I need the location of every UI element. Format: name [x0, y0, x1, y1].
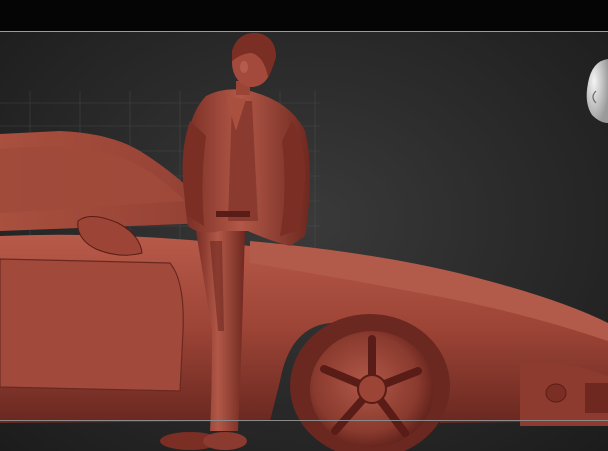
3d-viewport[interactable]: [0, 31, 608, 451]
sculpt-app-window: [0, 0, 608, 451]
viewport-frame-bottom: [0, 420, 608, 421]
top-toolbar: [0, 0, 608, 31]
scene-canvas[interactable]: [0, 31, 608, 451]
head-bust-model[interactable]: [586, 59, 608, 123]
